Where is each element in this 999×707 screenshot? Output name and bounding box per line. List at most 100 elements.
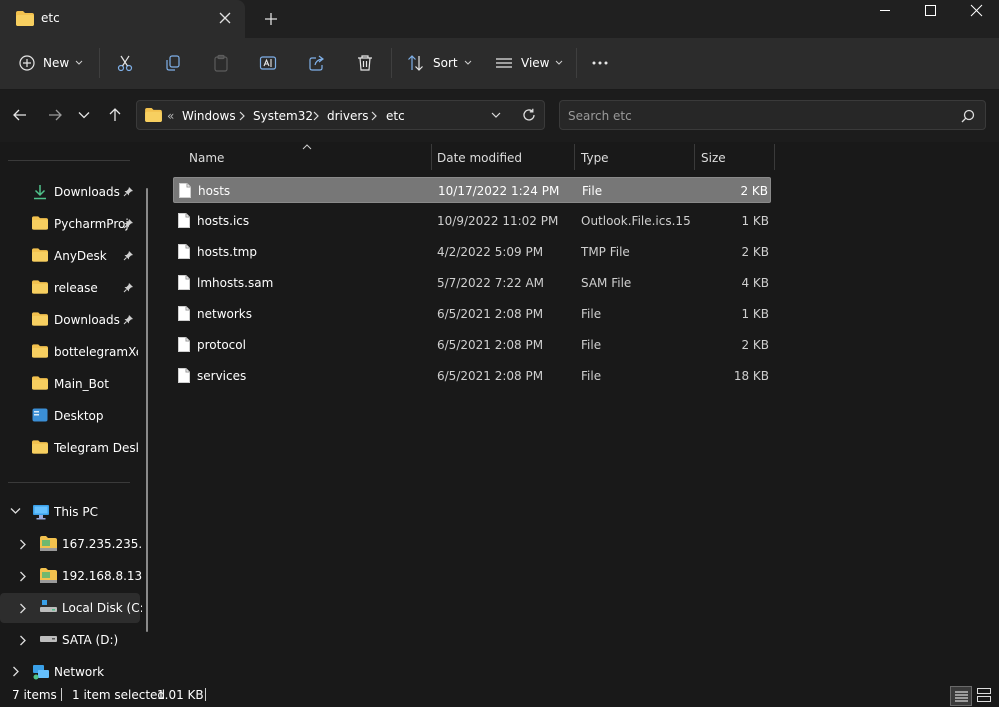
view-icon <box>495 54 513 72</box>
breadcrumb-etc[interactable]: etc <box>386 109 405 123</box>
maximize-button[interactable] <box>907 0 953 22</box>
back-button[interactable] <box>12 107 28 123</box>
view-label: View <box>521 56 550 70</box>
sidebar-item-downloads-2[interactable]: Downloads <box>0 305 140 335</box>
sidebar-item-local-disk-c[interactable]: Local Disk (C:) <box>0 593 142 623</box>
close-tab-icon[interactable] <box>218 11 232 25</box>
pin-icon <box>123 314 134 325</box>
sidebar-item-network-drive-1[interactable]: 167.235.235.92 <box>0 529 142 559</box>
chevron-right-icon[interactable] <box>19 571 27 582</box>
column-header-name[interactable]: Name <box>183 142 432 172</box>
paste-icon <box>212 54 230 72</box>
sidebar-item-desktop[interactable]: Desktop <box>0 401 140 431</box>
file-list: Name Date modified Type Size hosts 10/17… <box>160 142 999 682</box>
file-name: services <box>197 369 247 383</box>
recent-locations-button[interactable] <box>78 109 90 121</box>
column-header-type[interactable]: Type <box>575 142 695 172</box>
tab-etc[interactable]: etc <box>0 0 245 38</box>
file-row-protocol[interactable]: protocol 6/5/2021 2:08 PM File 2 KB <box>173 332 771 358</box>
navigation-pane: Downloads PycharmProj AnyDesk release Do… <box>0 142 148 682</box>
column-header-date[interactable]: Date modified <box>432 142 575 172</box>
sidebar-item-anydesk[interactable]: AnyDesk <box>0 241 140 271</box>
sidebar-item-network-drive-2[interactable]: 192.168.8.133 <box>0 561 142 591</box>
close-window-button[interactable] <box>953 0 999 22</box>
chevron-right-icon[interactable] <box>19 603 27 614</box>
drive-icon <box>40 635 57 643</box>
sidebar-item-main-bot[interactable]: Main_Bot <box>0 369 140 399</box>
computer-icon <box>32 504 50 520</box>
desktop-icon <box>32 408 48 422</box>
file-size: 1 KB <box>741 214 769 228</box>
search-box[interactable]: Search etc <box>559 100 986 130</box>
command-bar: New Sort View <box>0 38 999 90</box>
address-bar[interactable]: « Windows System32 drivers etc <box>136 100 545 130</box>
delete-button[interactable] <box>356 52 374 74</box>
minimize-button[interactable] <box>862 0 908 22</box>
file-type: Outlook.File.ics.15 <box>581 214 691 228</box>
forward-button[interactable] <box>47 107 63 123</box>
sidebar-item-label: 192.168.8.133 <box>62 569 142 583</box>
column-divider[interactable] <box>774 144 775 170</box>
details-view-button[interactable] <box>950 686 972 706</box>
file-row-hosts-tmp[interactable]: hosts.tmp 4/2/2022 5:09 PM TMP File 2 KB <box>173 239 771 265</box>
new-button[interactable]: New <box>19 52 83 74</box>
up-button[interactable] <box>107 107 123 123</box>
chevron-right-icon[interactable] <box>370 109 378 121</box>
toolbar-divider <box>99 48 100 78</box>
file-size: 2 KB <box>741 338 769 352</box>
breadcrumb-overflow[interactable]: « <box>167 109 174 123</box>
file-row-hosts[interactable]: hosts 10/17/2022 1:24 PM File 2 KB <box>173 177 771 203</box>
breadcrumb-drivers[interactable]: drivers <box>327 109 369 123</box>
sidebar-item-label: bottelegramXev <box>54 345 138 359</box>
file-size: 18 KB <box>733 369 769 383</box>
sidebar-item-telegram-desktop[interactable]: Telegram Deskto <box>0 433 140 463</box>
file-type: File <box>581 307 602 321</box>
sort-button[interactable]: Sort <box>407 52 472 74</box>
search-icon[interactable] <box>961 109 975 123</box>
sidebar-item-label: This PC <box>54 505 98 519</box>
file-date: 10/17/2022 1:24 PM <box>438 184 560 198</box>
sidebar-item-pycharmproj[interactable]: PycharmProj <box>0 209 140 239</box>
folder-icon <box>145 108 162 122</box>
paste-button[interactable] <box>212 52 230 74</box>
chevron-right-icon[interactable] <box>19 635 27 646</box>
file-date: 6/5/2021 2:08 PM <box>437 369 544 383</box>
file-row-services[interactable]: services 6/5/2021 2:08 PM File 18 KB <box>173 363 771 389</box>
breadcrumb-system32[interactable]: System32 <box>253 109 313 123</box>
chevron-right-icon[interactable] <box>12 666 20 677</box>
chevron-down-icon[interactable] <box>491 112 501 119</box>
pin-icon <box>123 250 134 261</box>
sidebar-item-this-pc[interactable]: This PC <box>0 497 140 527</box>
folder-icon <box>16 11 34 26</box>
view-button[interactable]: View <box>495 52 563 74</box>
file-row-lmhosts-sam[interactable]: lmhosts.sam 5/7/2022 7:22 AM SAM File 4 … <box>173 270 771 296</box>
cut-button[interactable] <box>116 52 134 74</box>
local-disk-icon <box>40 600 57 614</box>
sidebar-scrollbar[interactable] <box>146 188 148 632</box>
tiles-view-button[interactable] <box>977 688 991 702</box>
refresh-icon[interactable] <box>522 108 536 122</box>
rename-button[interactable] <box>259 52 277 74</box>
chevron-down-icon[interactable] <box>10 507 21 515</box>
sidebar-item-sata-d[interactable]: SATA (D:) <box>0 625 140 655</box>
share-button[interactable] <box>308 52 326 74</box>
cut-icon <box>116 54 134 72</box>
sidebar-item-downloads[interactable]: Downloads <box>0 177 140 207</box>
chevron-right-icon[interactable] <box>238 109 246 121</box>
copy-button[interactable] <box>164 52 182 74</box>
file-name: protocol <box>197 338 246 352</box>
file-icon <box>179 183 191 198</box>
breadcrumb-windows[interactable]: Windows <box>182 109 236 123</box>
column-header-size[interactable]: Size <box>695 142 775 172</box>
sidebar-item-bottelegramxev[interactable]: bottelegramXev <box>0 337 140 367</box>
file-row-hosts-ics[interactable]: hosts.ics 10/9/2022 11:02 PM Outlook.Fil… <box>173 208 771 234</box>
more-options-button[interactable] <box>591 52 609 74</box>
chevron-right-icon[interactable] <box>19 539 27 550</box>
file-date: 6/5/2021 2:08 PM <box>437 307 544 321</box>
chevron-right-icon[interactable] <box>312 109 320 121</box>
sidebar-item-release[interactable]: release <box>0 273 140 303</box>
plus-icon[interactable] <box>263 11 279 27</box>
file-row-networks[interactable]: networks 6/5/2021 2:08 PM File 1 KB <box>173 301 771 327</box>
search-input[interactable]: Search etc <box>568 109 632 123</box>
sort-icon <box>407 54 425 72</box>
